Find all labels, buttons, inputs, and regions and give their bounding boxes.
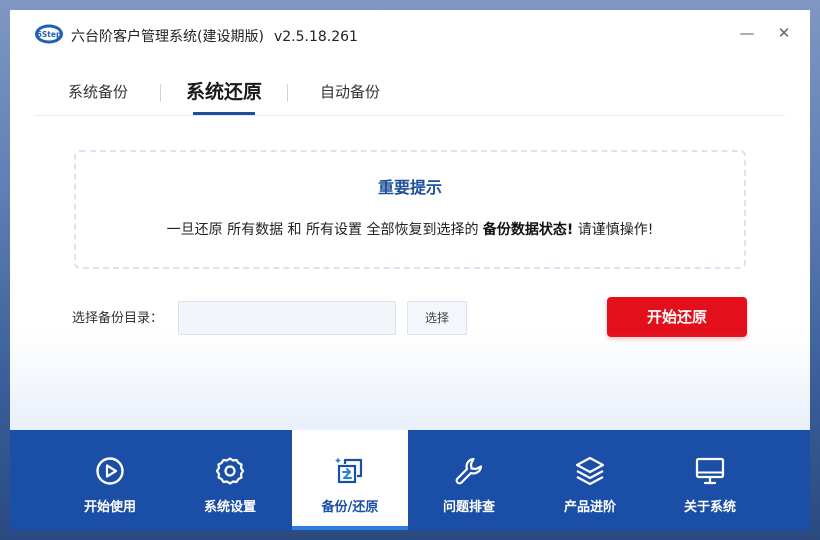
- backup-dir-input[interactable]: [178, 301, 396, 335]
- nav-item-backup-restore[interactable]: 备份/还原: [292, 430, 408, 530]
- tab-auto-backup[interactable]: 自动备份: [317, 76, 383, 115]
- bottom-nav: 开始使用 系统设置 备份/还原 问题排查 产品进阶 关于系统: [10, 430, 810, 530]
- notice-text-after: 请谨慎操作!: [573, 222, 654, 238]
- backup-dir-label: 选择备份目录：: [72, 311, 164, 326]
- app-window: 6Step 六台阶客户管理系统(建设期版) v2.5.18.261 — ✕ 系统备…: [10, 10, 810, 530]
- start-restore-button[interactable]: 开始还原: [607, 297, 747, 337]
- backup-restore-icon: [335, 457, 363, 484]
- important-notice: 重要提示 一旦还原 所有数据 和 所有设置 全部恢复到选择的 备份数据状态! 请…: [74, 150, 746, 269]
- nav-item-product-advanced[interactable]: 产品进阶: [532, 430, 648, 530]
- choose-dir-button[interactable]: 选择: [407, 301, 467, 335]
- nav-item-get-started[interactable]: 开始使用: [52, 430, 168, 530]
- tab-bar: 系统备份 系统还原 自动备份: [35, 76, 785, 116]
- app-logo: 6Step: [35, 24, 63, 44]
- layers-icon: [575, 456, 605, 486]
- wrench-icon: [455, 457, 483, 485]
- notice-text-before: 一旦还原 所有数据 和 所有设置 全部恢复到选择的: [166, 222, 483, 238]
- nav-label: 备份/还原: [321, 500, 379, 515]
- gear-icon: [215, 457, 245, 485]
- nav-item-system-settings[interactable]: 系统设置: [172, 430, 288, 530]
- svg-text:6Step: 6Step: [37, 30, 62, 39]
- notice-text-bold: 备份数据状态!: [482, 222, 574, 238]
- nav-label: 问题排查: [442, 500, 495, 515]
- tab-divider: [160, 84, 161, 102]
- tab-system-backup[interactable]: 系统备份: [65, 76, 131, 115]
- monitor-icon: [695, 457, 725, 485]
- minimize-button[interactable]: —: [738, 24, 756, 42]
- nav-label: 开始使用: [83, 500, 136, 515]
- app-version: v2.5.18.261: [273, 29, 358, 45]
- tab-system-restore[interactable]: 系统还原: [183, 76, 265, 115]
- title-bar: 6Step 六台阶客户管理系统(建设期版) v2.5.18.261 — ✕: [10, 10, 810, 58]
- tab-divider: [287, 84, 288, 102]
- notice-title: 重要提示: [377, 178, 442, 197]
- nav-item-troubleshoot[interactable]: 问题排查: [411, 430, 527, 530]
- nav-label: 系统设置: [203, 500, 256, 515]
- app-title: 六台阶客户管理系统(建设期版) v2.5.18.261: [71, 26, 358, 46]
- notice-text: 一旦还原 所有数据 和 所有设置 全部恢复到选择的 备份数据状态! 请谨慎操作!: [76, 219, 744, 239]
- close-button[interactable]: ✕: [775, 24, 793, 42]
- app-name: 六台阶客户管理系统(建设期版): [71, 29, 264, 45]
- nav-item-about-system[interactable]: 关于系统: [652, 430, 768, 530]
- nav-label: 产品进阶: [563, 500, 616, 515]
- nav-label: 关于系统: [683, 500, 736, 515]
- play-icon: [96, 457, 124, 485]
